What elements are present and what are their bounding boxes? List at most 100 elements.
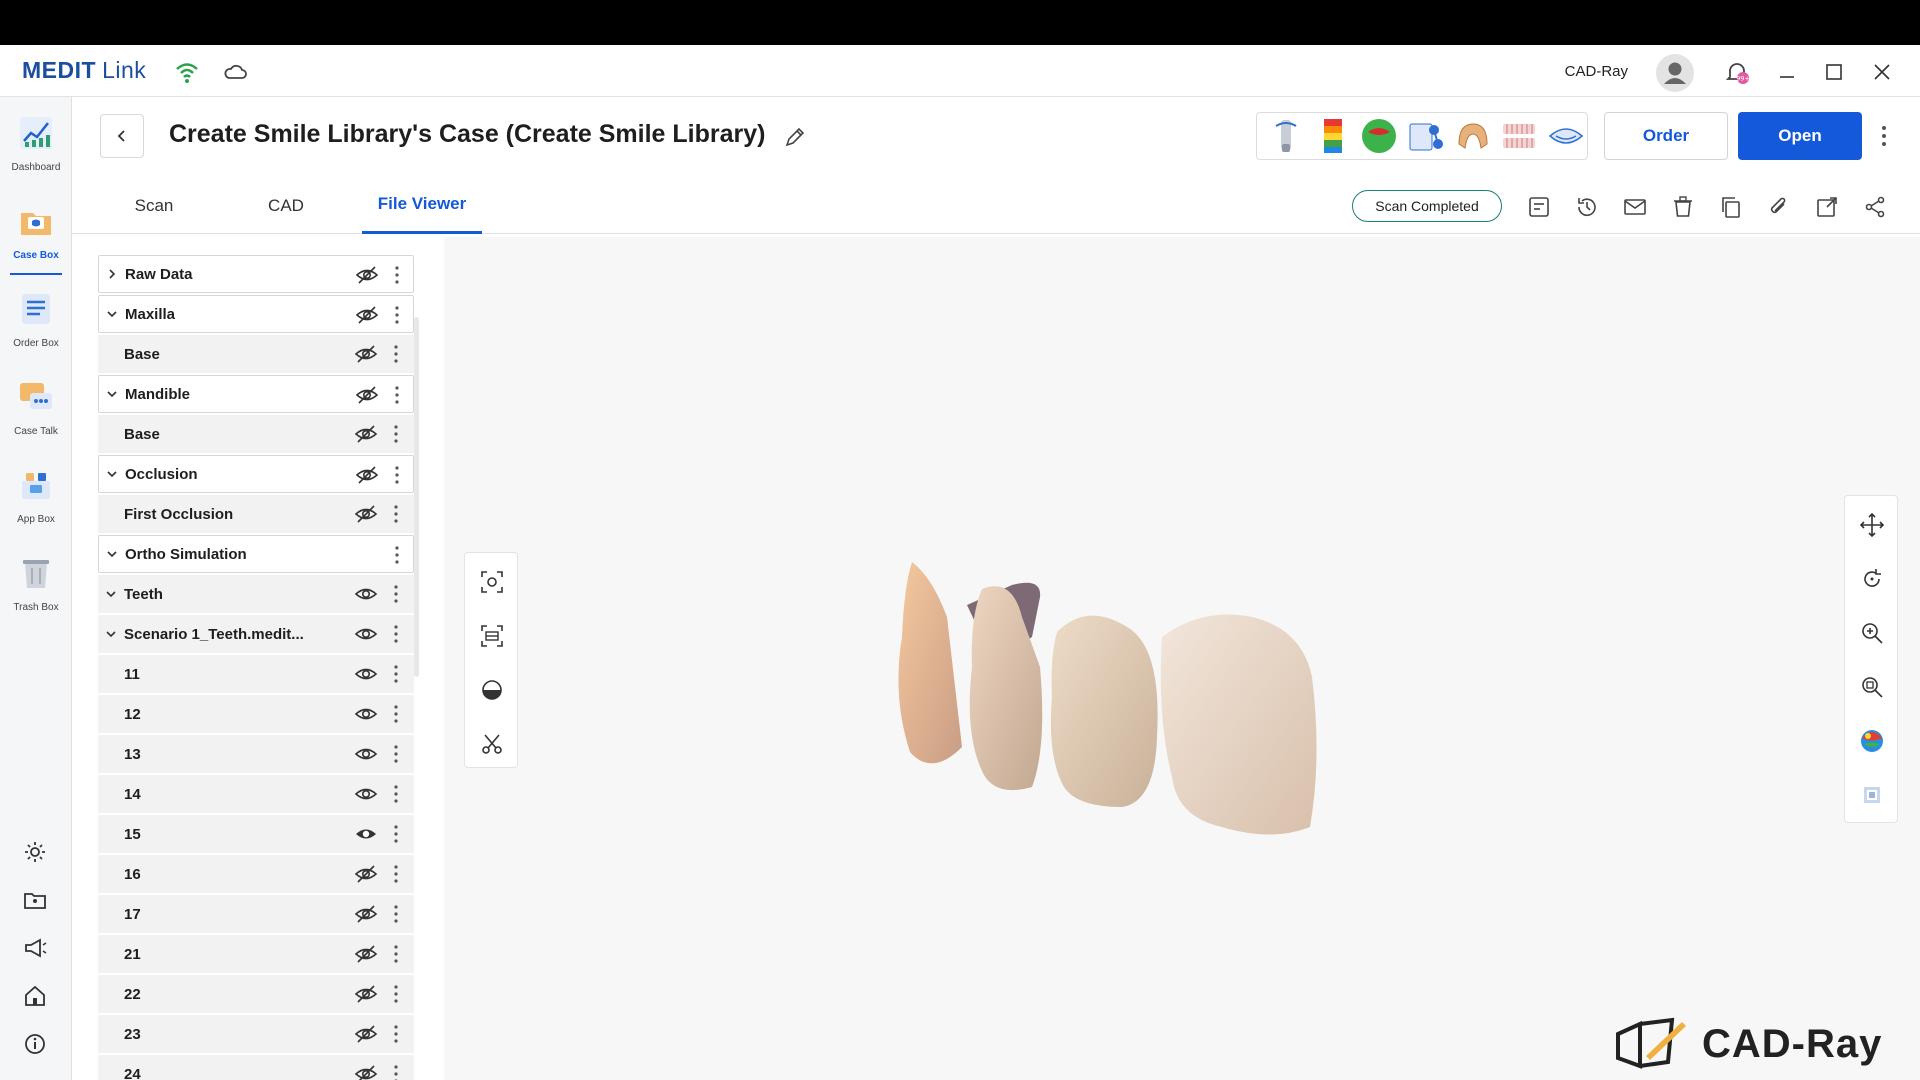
delete-icon[interactable] [1670, 194, 1696, 220]
sidebar-item-case-talk[interactable]: Case Talk [0, 369, 72, 449]
row-menu-icon[interactable] [388, 503, 404, 525]
chevron-down-icon[interactable] [98, 615, 124, 653]
row-menu-icon[interactable] [388, 943, 404, 965]
tree-row[interactable]: 17 [98, 895, 414, 933]
eye-off-icon[interactable] [354, 1063, 378, 1080]
tree-row[interactable]: 13 [98, 735, 414, 773]
order-button[interactable]: Order [1604, 112, 1728, 160]
avatar[interactable] [1656, 54, 1694, 92]
tree-row[interactable]: Ortho Simulation [98, 535, 414, 573]
tab-file-viewer[interactable]: File Viewer [362, 177, 482, 234]
tree-row[interactable]: Maxilla [98, 295, 414, 333]
color-ball-icon[interactable] [1859, 728, 1885, 754]
maximize-button[interactable] [1818, 57, 1850, 87]
tree-row[interactable]: 22 [98, 975, 414, 1013]
copy-icon[interactable] [1718, 194, 1744, 220]
eye-icon[interactable] [354, 703, 378, 725]
eye-off-icon[interactable] [354, 903, 378, 925]
row-menu-icon[interactable] [388, 903, 404, 925]
row-menu-icon[interactable] [388, 863, 404, 885]
sidebar-item-case-box[interactable]: Case Box [0, 193, 72, 275]
zoom-fit-icon[interactable] [1859, 674, 1885, 700]
eye-icon[interactable] [354, 663, 378, 685]
tree-row[interactable]: 24 [98, 1055, 414, 1080]
folder-user-icon[interactable] [22, 887, 48, 913]
open-button[interactable]: Open [1738, 112, 1862, 160]
row-menu-icon[interactable] [389, 464, 405, 486]
eye-icon[interactable] [354, 583, 378, 605]
view-cube-icon[interactable] [1859, 782, 1885, 808]
tree-row[interactable]: Teeth [98, 575, 414, 613]
chevron-down-icon[interactable] [99, 455, 125, 493]
row-menu-icon[interactable] [388, 783, 404, 805]
eye-off-icon[interactable] [355, 264, 379, 286]
eye-icon[interactable] [354, 743, 378, 765]
chevron-down-icon[interactable] [98, 575, 124, 613]
tree-row[interactable]: 12 [98, 695, 414, 733]
app-launcher-model-app[interactable] [1451, 114, 1494, 158]
fit-view-icon[interactable] [479, 569, 505, 595]
sidebar-item-trash-box[interactable]: Trash Box [0, 545, 72, 625]
tree-row[interactable]: 11 [98, 655, 414, 693]
sidebar-item-order-box[interactable]: Order Box [0, 281, 72, 361]
cloud-icon[interactable] [222, 59, 248, 85]
eye-off-icon[interactable] [355, 384, 379, 406]
eye-off-icon[interactable] [354, 863, 378, 885]
half-sphere-icon[interactable] [479, 677, 505, 703]
user-name[interactable]: CAD-Ray [1565, 63, 1628, 80]
row-menu-icon[interactable] [388, 703, 404, 725]
eye-icon[interactable] [354, 823, 378, 845]
zoom-in-icon[interactable] [1859, 620, 1885, 646]
back-button[interactable] [100, 114, 144, 158]
mail-icon[interactable] [1622, 194, 1648, 220]
tree-row[interactable]: Base [98, 415, 414, 453]
row-menu-icon[interactable] [388, 983, 404, 1005]
app-launcher-ortho-app[interactable] [1498, 114, 1541, 158]
app-launcher-scan-app[interactable] [1265, 114, 1308, 158]
eye-off-icon[interactable] [354, 943, 378, 965]
sidebar-item-app-box[interactable]: App Box [0, 457, 72, 537]
chevron-right-icon[interactable] [99, 255, 125, 293]
tree-row[interactable]: First Occlusion [98, 495, 414, 533]
chevron-down-icon[interactable] [99, 295, 125, 333]
tree-row[interactable]: 16 [98, 855, 414, 893]
home-icon[interactable] [22, 983, 48, 1009]
attachment-icon[interactable] [1766, 194, 1792, 220]
eye-off-icon[interactable] [354, 503, 378, 525]
edit-pencil-icon[interactable] [783, 125, 807, 149]
row-menu-icon[interactable] [388, 663, 404, 685]
eye-icon[interactable] [354, 623, 378, 645]
rotate-icon[interactable] [1859, 566, 1885, 592]
chevron-down-icon[interactable] [99, 535, 125, 573]
row-menu-icon[interactable] [388, 343, 404, 365]
tab-cad[interactable]: CAD [248, 177, 324, 234]
row-menu-icon[interactable] [388, 423, 404, 445]
row-menu-icon[interactable] [389, 384, 405, 406]
row-menu-icon[interactable] [388, 743, 404, 765]
tree-row[interactable]: Base [98, 335, 414, 373]
row-menu-icon[interactable] [389, 264, 405, 286]
tree-row[interactable]: 14 [98, 775, 414, 813]
row-menu-icon[interactable] [388, 583, 404, 605]
app-launcher-dicom-app[interactable] [1405, 114, 1448, 158]
eye-off-icon[interactable] [354, 343, 378, 365]
more-options-icon[interactable] [1872, 119, 1896, 153]
tree-row[interactable]: 21 [98, 935, 414, 973]
export-icon[interactable] [1814, 194, 1840, 220]
tree-row[interactable]: Occlusion [98, 455, 414, 493]
row-menu-icon[interactable] [389, 544, 405, 566]
info-icon[interactable] [22, 1031, 48, 1057]
tree-row[interactable]: Raw Data [98, 255, 414, 293]
teeth-3d-model[interactable] [872, 537, 1392, 857]
tab-scan[interactable]: Scan [116, 177, 192, 234]
eye-off-icon[interactable] [354, 423, 378, 445]
app-launcher-deviation-app[interactable] [1358, 114, 1401, 158]
eye-off-icon[interactable] [354, 1023, 378, 1045]
tree-row[interactable]: Mandible [98, 375, 414, 413]
eye-off-icon[interactable] [355, 304, 379, 326]
notification-bell-icon[interactable]: 99+ [1724, 59, 1750, 85]
announcement-icon[interactable] [22, 935, 48, 961]
row-menu-icon[interactable] [389, 304, 405, 326]
pan-move-icon[interactable] [1859, 512, 1885, 538]
eye-off-icon[interactable] [355, 464, 379, 486]
